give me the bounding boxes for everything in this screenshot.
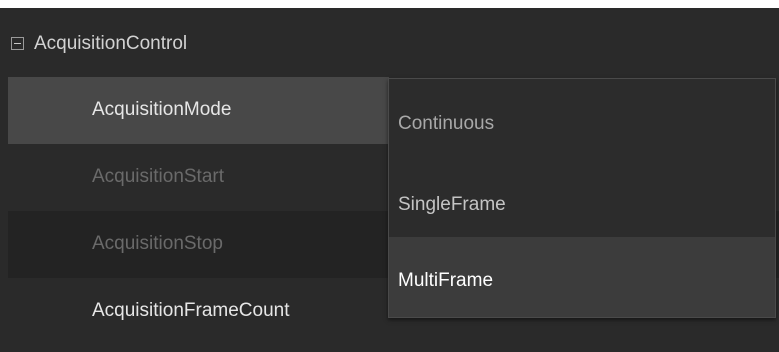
dropdown-option-multiframe[interactable]: MultiFrame [389, 237, 775, 317]
dropdown-option-continuous[interactable]: Continuous [389, 79, 775, 159]
acquisition-mode-dropdown-list[interactable]: Continuous SingleFrame MultiFrame [388, 78, 776, 318]
feature-row-acquisition-frame-count[interactable]: AcquisitionFrameCount [8, 278, 389, 345]
feature-row-acquisition-mode[interactable]: AcquisitionMode [8, 77, 389, 144]
feature-label: AcquisitionStart [92, 166, 225, 187]
feature-row-acquisition-stop[interactable]: AcquisitionStop [8, 211, 389, 278]
feature-label: AcquisitionMode [92, 99, 232, 120]
collapse-minus-icon[interactable] [11, 37, 24, 50]
group-header-acquisition-control[interactable]: AcquisitionControl [0, 8, 779, 77]
dropdown-option-label: SingleFrame [398, 194, 506, 215]
group-title: AcquisitionControl [34, 33, 188, 54]
feature-row-acquisition-start[interactable]: AcquisitionStart [8, 144, 389, 211]
feature-label: AcquisitionStop [92, 233, 223, 254]
dropdown-option-singleframe[interactable]: SingleFrame [389, 159, 775, 237]
property-grid: AcquisitionControl AcquisitionMode Acqui… [0, 8, 779, 352]
feature-label: AcquisitionFrameCount [92, 300, 290, 321]
dropdown-option-label: MultiFrame [398, 270, 494, 291]
dropdown-option-label: Continuous [398, 113, 495, 134]
